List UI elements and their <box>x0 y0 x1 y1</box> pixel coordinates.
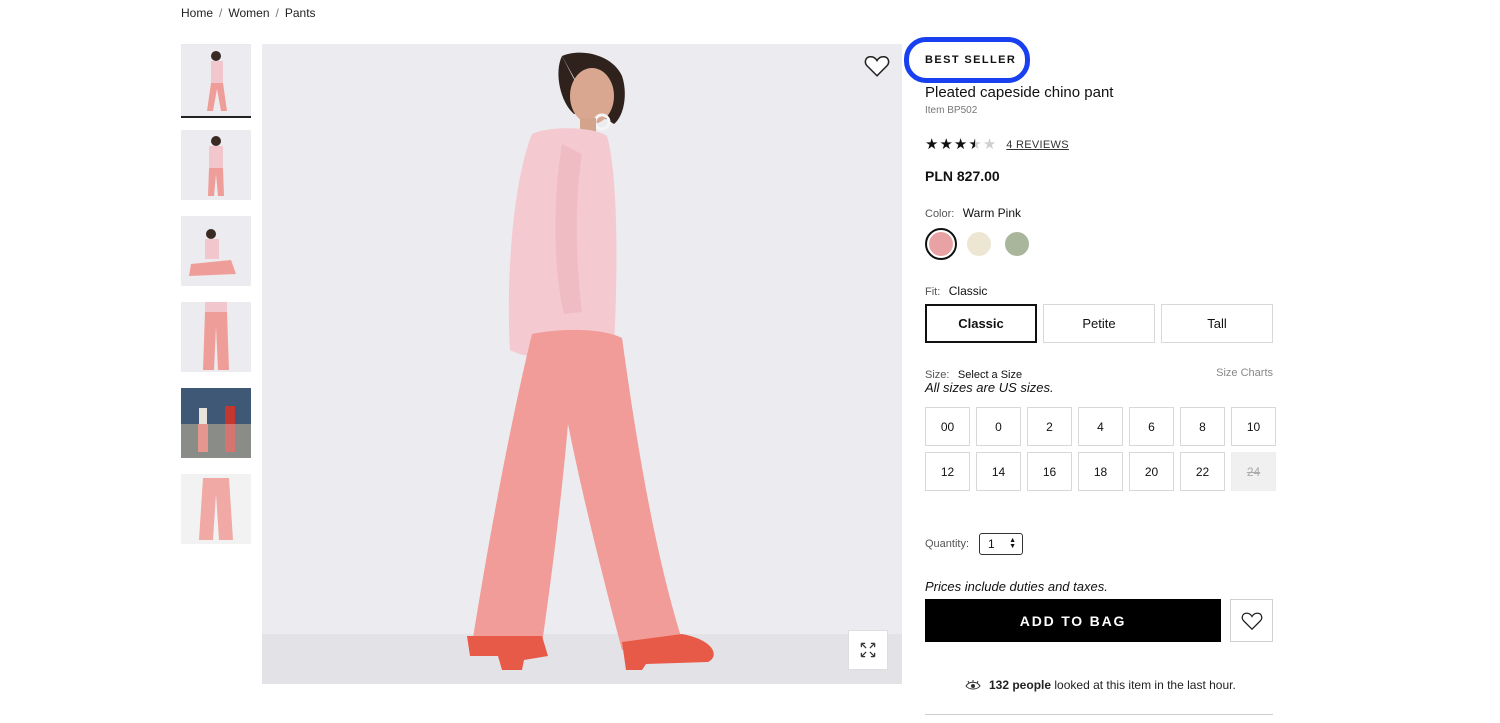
fit-classic-button[interactable]: Classic <box>925 304 1037 343</box>
rating-stars: ★ ★ ★ ★ ★ <box>925 137 996 152</box>
thumbnail-image <box>181 302 251 372</box>
item-number: Item BP502 <box>925 105 978 116</box>
prices-note: Prices include duties and taxes. <box>925 579 1108 594</box>
quantity-label: Quantity: <box>925 538 970 550</box>
quantity-value: 1 <box>988 537 995 551</box>
breadcrumb-home[interactable]: Home <box>181 6 213 20</box>
size-button[interactable]: 18 <box>1078 452 1123 491</box>
size-options: 00 0 2 4 6 8 10 12 14 16 18 20 22 24 <box>925 407 1276 491</box>
thumbnail-image <box>181 130 251 200</box>
size-button[interactable]: 4 <box>1078 407 1123 446</box>
expand-icon[interactable] <box>848 630 888 670</box>
size-button[interactable]: 22 <box>1180 452 1225 491</box>
fit-label: Fit: <box>925 286 941 298</box>
star-icon: ★ <box>982 136 997 153</box>
thumbnail-image <box>181 474 251 544</box>
star-icon: ★ <box>953 136 968 153</box>
color-label: Color: <box>925 208 955 220</box>
model-photo <box>262 44 902 684</box>
fit-petite-button[interactable]: Petite <box>1043 304 1155 343</box>
quantity-select[interactable]: 1 ▲ ▼ <box>979 533 1024 555</box>
size-button[interactable]: 10 <box>1231 407 1276 446</box>
size-button[interactable]: 16 <box>1027 452 1072 491</box>
product-price: PLN 827.00 <box>925 168 1000 184</box>
star-icon: ★ <box>925 136 939 153</box>
size-charts-link[interactable]: Size Charts <box>1216 367 1273 379</box>
reviews-link[interactable]: 4 REVIEWS <box>1006 139 1069 151</box>
color-swatches <box>925 228 1033 260</box>
size-button[interactable]: 14 <box>976 452 1021 491</box>
breadcrumb: Home / Women / Pants <box>181 6 316 20</box>
size-button[interactable]: 8 <box>1180 407 1225 446</box>
thumbnail-image <box>181 388 251 458</box>
size-button[interactable]: 20 <box>1129 452 1174 491</box>
thumbnail-6[interactable] <box>181 474 251 544</box>
thumbnail-5[interactable] <box>181 388 251 458</box>
social-proof: 132 people looked at this item in the la… <box>965 678 1236 692</box>
add-to-bag-button[interactable]: ADD TO BAG <box>925 599 1221 642</box>
quantity-row: Quantity: 1 ▲ ▼ <box>925 533 1024 555</box>
thumbnail-image <box>181 45 251 115</box>
size-button[interactable]: 12 <box>925 452 970 491</box>
best-seller-badge: BEST SELLER <box>925 54 1017 66</box>
social-proof-count: 132 people <box>989 678 1052 692</box>
fit-value: Classic <box>948 284 988 298</box>
wishlist-button[interactable] <box>1230 599 1273 642</box>
product-title: Pleated capeside chino pant <box>925 84 1114 101</box>
fit-tall-button[interactable]: Tall <box>1161 304 1273 343</box>
size-note: All sizes are US sizes. <box>925 380 1054 395</box>
size-button[interactable]: 0 <box>976 407 1021 446</box>
thumbnail-1[interactable] <box>181 44 251 118</box>
size-button[interactable]: 00 <box>925 407 970 446</box>
star-icon: ★ <box>939 136 953 153</box>
stepper-arrows-icon: ▲ ▼ <box>1009 537 1017 550</box>
breadcrumb-women[interactable]: Women <box>228 6 269 20</box>
half-star-icon: ★ <box>968 136 982 153</box>
social-proof-text: looked at this item in the last hour. <box>1054 678 1236 692</box>
color-value: Warm Pink <box>962 206 1022 220</box>
wishlist-icon[interactable] <box>864 54 890 78</box>
rating: ★ ★ ★ ★ ★ 4 REVIEWS <box>925 137 1069 152</box>
thumbnail-2[interactable] <box>181 130 251 200</box>
fit-options: Classic Petite Tall <box>925 304 1273 343</box>
breadcrumb-separator: / <box>275 6 279 20</box>
swatch-sage[interactable] <box>1001 228 1033 260</box>
main-product-image[interactable] <box>262 44 902 684</box>
fit-selector-label: Fit: Classic <box>925 282 987 300</box>
breadcrumb-separator: / <box>219 6 223 20</box>
divider <box>925 714 1273 715</box>
swatch-natural[interactable] <box>963 228 995 260</box>
size-button-unavailable: 24 <box>1231 452 1276 491</box>
thumbnail-list <box>181 44 251 560</box>
eye-icon <box>965 680 981 690</box>
thumbnail-4[interactable] <box>181 302 251 372</box>
color-selector-label: Color: Warm Pink <box>925 204 1021 222</box>
heart-icon <box>1241 612 1262 630</box>
swatch-warm-pink[interactable] <box>925 228 957 260</box>
breadcrumb-pants[interactable]: Pants <box>285 6 316 20</box>
size-button[interactable]: 6 <box>1129 407 1174 446</box>
thumbnail-3[interactable] <box>181 216 251 286</box>
thumbnail-image <box>181 216 251 286</box>
size-button[interactable]: 2 <box>1027 407 1072 446</box>
